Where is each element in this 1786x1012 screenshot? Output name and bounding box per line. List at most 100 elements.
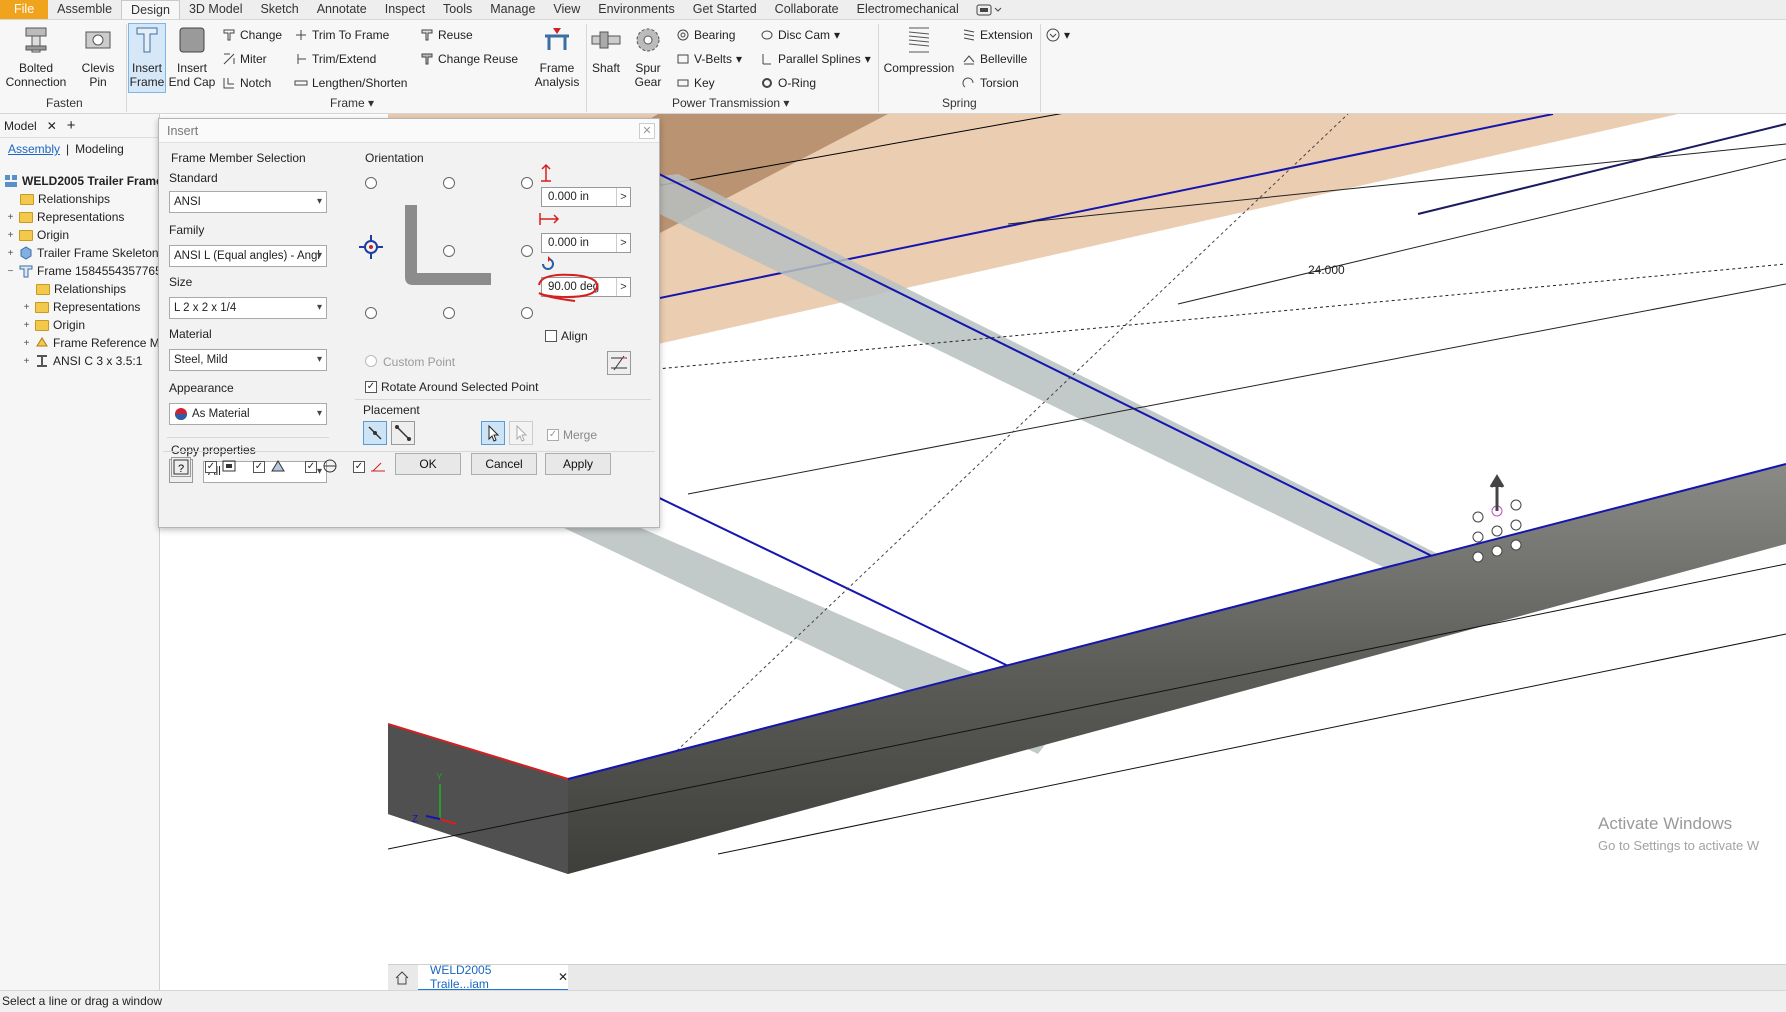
expand-icon[interactable]: +: [22, 356, 31, 366]
dimension-value[interactable]: 24.000: [1308, 263, 1345, 277]
key-button[interactable]: Key: [676, 74, 715, 92]
notch-button[interactable]: Notch: [222, 74, 271, 92]
spur-gear-button[interactable]: Spur Gear: [628, 24, 668, 89]
tree-item-root[interactable]: WELD2005 Trailer Frame: [4, 172, 163, 190]
chevron-right-icon[interactable]: >: [616, 278, 630, 296]
anchor-top-left-radio[interactable]: [365, 177, 377, 189]
trim-to-frame-button[interactable]: Trim To Frame: [294, 26, 389, 44]
tree-item-skeleton[interactable]: + Trailer Frame Skeleton:1: [6, 244, 169, 262]
dialog-title[interactable]: Insert: [159, 119, 659, 143]
collapse-icon[interactable]: −: [6, 266, 15, 276]
placement-points-button[interactable]: [391, 421, 415, 445]
expand-icon[interactable]: +: [22, 338, 31, 348]
appearance-select[interactable]: As Material ▾: [169, 403, 327, 425]
select-cursor-button[interactable]: [481, 421, 505, 445]
close-icon[interactable]: ✕: [639, 123, 655, 139]
miter-button[interactable]: Miter: [222, 50, 267, 68]
apply-button[interactable]: Apply: [545, 453, 611, 475]
close-icon[interactable]: ✕: [558, 970, 568, 984]
anchor-bottom-left-radio[interactable]: [365, 307, 377, 319]
bolted-connection-button[interactable]: Bolted Connection: [4, 24, 68, 89]
tree-item-frame-relationships[interactable]: Relationships: [36, 280, 126, 298]
menu-tab-environments[interactable]: Environments: [589, 0, 683, 19]
belleville-spring-button[interactable]: Belleville: [962, 50, 1027, 68]
more-tools-dropdown[interactable]: ▾: [1046, 26, 1070, 44]
menu-tab-collaborate[interactable]: Collaborate: [766, 0, 848, 19]
trim-extend-button[interactable]: Trim/Extend: [294, 50, 376, 68]
expand-icon[interactable]: +: [6, 248, 15, 258]
anchor-bottom-center-radio[interactable]: [443, 307, 455, 319]
menu-tab-annotate[interactable]: Annotate: [308, 0, 376, 19]
option-checkbox-1[interactable]: ✓: [205, 461, 217, 473]
ok-button[interactable]: OK: [395, 453, 461, 475]
horizontal-offset-input[interactable]: 0.000 in >: [541, 233, 631, 253]
placement-line-button[interactable]: [363, 421, 387, 445]
standard-select[interactable]: ANSI ▾: [169, 191, 327, 213]
anchor-top-center-radio[interactable]: [443, 177, 455, 189]
chevron-right-icon[interactable]: >: [616, 188, 630, 206]
tree-item-frame-origin[interactable]: + Origin: [22, 316, 85, 334]
rotate-around-checkbox[interactable]: ✓: [365, 381, 377, 393]
shaft-button[interactable]: Shaft: [588, 24, 624, 75]
direction-arrow-icon[interactable]: [1489, 474, 1505, 511]
menu-tab-get-started[interactable]: Get Started: [684, 0, 766, 19]
cancel-button[interactable]: Cancel: [471, 453, 537, 475]
align-checkbox[interactable]: [545, 330, 557, 342]
family-select[interactable]: ANSI L (Equal angles) - Angl ▾: [169, 245, 327, 267]
menu-tab-sketch[interactable]: Sketch: [251, 0, 307, 19]
menu-tab-design[interactable]: Design: [121, 0, 180, 19]
option-checkbox-2[interactable]: ✓: [253, 461, 265, 473]
extension-spring-button[interactable]: Extension: [962, 26, 1033, 44]
tree-item-origin[interactable]: + Origin: [6, 226, 69, 244]
compression-spring-button[interactable]: Compression: [882, 24, 956, 75]
vertical-offset-input[interactable]: 0.000 in >: [541, 187, 631, 207]
insert-frame-button[interactable]: Insert Frame: [128, 23, 166, 93]
change-reuse-button[interactable]: Change Reuse: [420, 50, 518, 68]
o-ring-button[interactable]: O-Ring: [760, 74, 816, 92]
tab-modeling[interactable]: Modeling: [75, 142, 124, 156]
ribbon-display-toggle[interactable]: [976, 0, 1002, 19]
menu-tab-assemble[interactable]: Assemble: [48, 0, 121, 19]
expand-icon[interactable]: +: [22, 302, 31, 312]
menu-tab-inspect[interactable]: Inspect: [376, 0, 434, 19]
tree-item-representations[interactable]: + Representations: [6, 208, 125, 226]
material-select[interactable]: Steel, Mild ▾: [169, 349, 327, 371]
anchor-middle-right-radio[interactable]: [521, 245, 533, 257]
option-checkbox-3[interactable]: ✓: [305, 461, 317, 473]
change-button[interactable]: Change: [222, 26, 282, 44]
help-button[interactable]: ?: [171, 457, 191, 477]
option-checkbox-4[interactable]: ✓: [353, 461, 365, 473]
tree-item-frame-reference[interactable]: + Frame Reference Mod: [22, 334, 173, 352]
tab-assembly[interactable]: Assembly: [8, 142, 60, 156]
anchor-selected-icon[interactable]: [359, 235, 383, 259]
tree-item-frame[interactable]: − Frame 1584554357765:1: [6, 262, 172, 280]
expand-icon[interactable]: +: [6, 212, 15, 222]
tree-item-channel[interactable]: + ANSI C 3 x 3.5:1: [22, 352, 143, 370]
flip-button[interactable]: [607, 351, 631, 375]
disc-cam-button[interactable]: Disc Cam ▾: [760, 26, 840, 44]
menu-tab-tools[interactable]: Tools: [434, 0, 481, 19]
add-tab-icon[interactable]: +: [67, 117, 76, 134]
tree-item-relationships[interactable]: Relationships: [20, 190, 110, 208]
insert-end-cap-button[interactable]: Insert End Cap: [168, 24, 216, 89]
menu-tab-view[interactable]: View: [544, 0, 589, 19]
frame-analysis-button[interactable]: Frame Analysis: [532, 24, 582, 89]
parallel-splines-button[interactable]: Parallel Splines ▾: [760, 50, 871, 68]
anchor-top-right-radio[interactable]: [521, 177, 533, 189]
menu-tab-3d-model[interactable]: 3D Model: [180, 0, 252, 19]
reuse-button[interactable]: Reuse: [420, 26, 473, 44]
tree-item-frame-representations[interactable]: + Representations: [22, 298, 141, 316]
home-icon[interactable]: [394, 970, 410, 986]
menu-tab-electromechanical[interactable]: Electromechanical: [848, 0, 968, 19]
chevron-right-icon[interactable]: >: [616, 234, 630, 252]
size-select[interactable]: L 2 x 2 x 1/4 ▾: [169, 297, 327, 319]
anchor-bottom-right-radio[interactable]: [521, 307, 533, 319]
expand-icon[interactable]: +: [22, 320, 31, 330]
document-tab[interactable]: WELD2005 Traile...iam ✕: [418, 963, 568, 991]
close-icon[interactable]: ✕: [47, 119, 57, 133]
menu-tab-manage[interactable]: Manage: [481, 0, 544, 19]
bearing-button[interactable]: Bearing: [676, 26, 735, 44]
menu-tab-file[interactable]: File: [0, 0, 49, 19]
expand-icon[interactable]: +: [6, 230, 15, 240]
clevis-pin-button[interactable]: Clevis Pin: [74, 24, 122, 89]
